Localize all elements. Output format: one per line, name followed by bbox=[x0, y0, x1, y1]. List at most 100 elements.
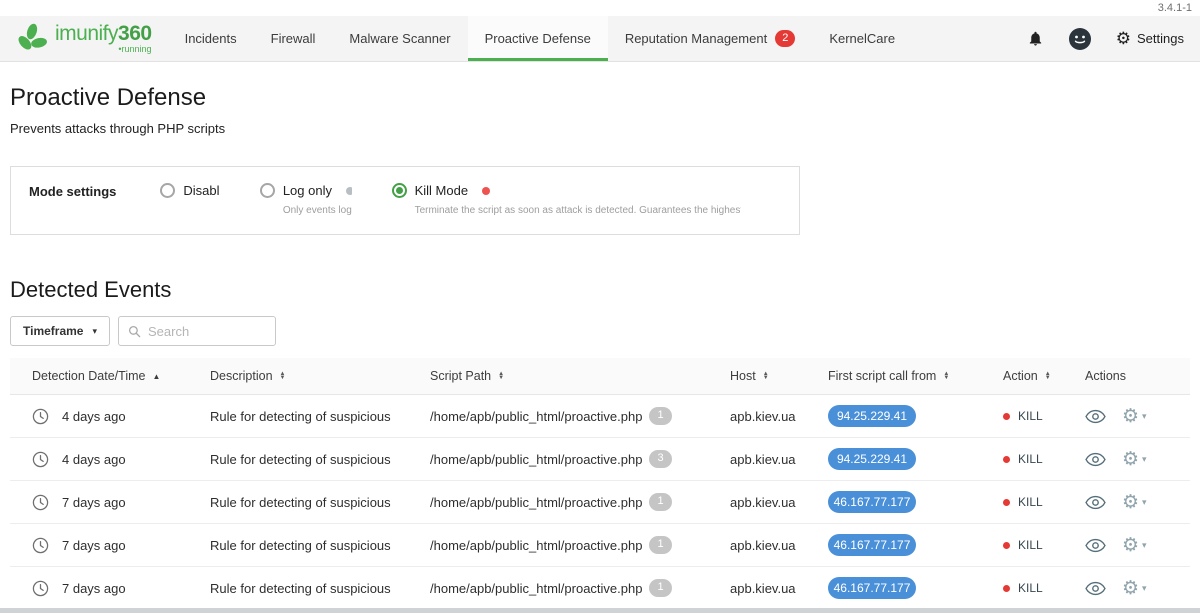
clock-icon bbox=[32, 494, 49, 511]
log-only-status-dot bbox=[346, 187, 352, 195]
mode-settings-panel: Mode settings Disabled Log only Only eve… bbox=[10, 166, 800, 235]
event-time: 7 days ago bbox=[62, 495, 126, 510]
brand-status: •running bbox=[55, 45, 152, 54]
mode-option-kill-mode[interactable]: Kill Mode Terminate the script as soon a… bbox=[392, 183, 741, 216]
kill-mode-description: Terminate the script as soon as attack i… bbox=[415, 205, 741, 216]
settings-label: Settings bbox=[1137, 31, 1184, 46]
view-details-icon[interactable] bbox=[1085, 452, 1106, 467]
events-table-header: Detection Date/Time▲ Description▲▼ Scrip… bbox=[10, 358, 1190, 395]
version-label: 3.4.1-1 bbox=[0, 0, 1200, 16]
brand[interactable]: imunify360 •running bbox=[16, 16, 152, 61]
table-row: 7 days ago Rule for detecting of suspici… bbox=[10, 524, 1190, 567]
brand-suffix: 360 bbox=[118, 22, 152, 45]
kill-mode-status-dot bbox=[482, 187, 490, 195]
script-hit-count-badge: 3 bbox=[649, 450, 671, 467]
event-description: Rule for detecting of suspicious bbox=[210, 409, 391, 424]
column-header-first-script-call[interactable]: First script call from▲▼ bbox=[828, 369, 949, 383]
radio-disabled[interactable] bbox=[160, 183, 175, 198]
sort-asc-icon: ▲ bbox=[152, 372, 160, 381]
chevron-down-icon: ▾ bbox=[1142, 584, 1147, 593]
source-ip-pill[interactable]: 46.167.77.177 bbox=[828, 491, 916, 513]
search-input[interactable] bbox=[148, 324, 266, 339]
nav-item-incidents[interactable]: Incidents bbox=[168, 16, 254, 61]
source-ip-pill[interactable]: 94.25.229.41 bbox=[828, 448, 916, 470]
event-script-path: /home/apb/public_html/proactive.php bbox=[430, 581, 642, 596]
kill-status-dot bbox=[1003, 585, 1010, 592]
settings-button[interactable]: ⚙ Settings bbox=[1116, 30, 1184, 47]
event-description: Rule for detecting of suspicious bbox=[210, 538, 391, 553]
source-ip-pill[interactable]: 46.167.77.177 bbox=[828, 577, 916, 599]
event-description: Rule for detecting of suspicious bbox=[210, 581, 391, 596]
navbar-right: ⚙ Settings bbox=[1027, 16, 1188, 61]
event-description: Rule for detecting of suspicious bbox=[210, 452, 391, 467]
reputation-count-badge: 2 bbox=[775, 30, 795, 47]
viewport-cut-strip bbox=[0, 608, 1200, 613]
notifications-bell-icon[interactable] bbox=[1027, 29, 1044, 48]
chevron-down-icon: ▾ bbox=[1142, 455, 1147, 464]
table-row: 4 days ago Rule for detecting of suspici… bbox=[10, 395, 1190, 438]
nav-item-proactive-defense[interactable]: Proactive Defense bbox=[468, 16, 608, 61]
row-actions-gear-icon[interactable]: ⚙▾ bbox=[1122, 493, 1147, 512]
radio-log-only[interactable] bbox=[260, 183, 275, 198]
kill-status-dot bbox=[1003, 413, 1010, 420]
column-header-detection-datetime[interactable]: Detection Date/Time▲ bbox=[32, 369, 160, 383]
event-script-path: /home/apb/public_html/proactive.php bbox=[430, 538, 642, 553]
event-action: KILL bbox=[1018, 538, 1043, 552]
sort-icon: ▲▼ bbox=[1045, 372, 1051, 381]
event-script-path: /home/apb/public_html/proactive.php bbox=[430, 409, 642, 424]
support-avatar-icon[interactable] bbox=[1068, 27, 1092, 51]
column-header-script-path[interactable]: Script Path▲▼ bbox=[430, 369, 504, 383]
view-details-icon[interactable] bbox=[1085, 409, 1106, 424]
row-actions-gear-icon[interactable]: ⚙▾ bbox=[1122, 407, 1147, 426]
gear-icon: ⚙ bbox=[1116, 30, 1131, 47]
events-controls: Timeframe ▾ bbox=[10, 316, 1190, 346]
search-icon bbox=[128, 325, 141, 338]
nav-item-reputation-management[interactable]: Reputation Management 2 bbox=[608, 16, 813, 61]
table-row: 4 days ago Rule for detecting of suspici… bbox=[10, 438, 1190, 481]
table-row: 7 days ago Rule for detecting of suspici… bbox=[10, 481, 1190, 524]
event-script-path: /home/apb/public_html/proactive.php bbox=[430, 495, 642, 510]
nav-item-firewall[interactable]: Firewall bbox=[254, 16, 333, 61]
column-header-description[interactable]: Description▲▼ bbox=[210, 369, 285, 383]
view-details-icon[interactable] bbox=[1085, 538, 1106, 553]
search-box[interactable] bbox=[118, 316, 276, 346]
mode-option-label: Log only bbox=[283, 183, 332, 198]
event-action: KILL bbox=[1018, 581, 1043, 595]
sort-icon: ▲▼ bbox=[763, 372, 769, 381]
events-table: Detection Date/Time▲ Description▲▼ Scrip… bbox=[10, 358, 1190, 610]
sort-icon: ▲▼ bbox=[280, 372, 286, 381]
row-actions-gear-icon[interactable]: ⚙▾ bbox=[1122, 536, 1147, 555]
sort-icon: ▲▼ bbox=[943, 372, 949, 381]
source-ip-pill[interactable]: 46.167.77.177 bbox=[828, 534, 916, 556]
events-table-body: 4 days ago Rule for detecting of suspici… bbox=[10, 395, 1190, 610]
radio-kill-mode[interactable] bbox=[392, 183, 407, 198]
mode-option-label: Disabled bbox=[183, 183, 219, 198]
table-row: 7 days ago Rule for detecting of suspici… bbox=[10, 567, 1190, 610]
chevron-down-icon: ▾ bbox=[1142, 412, 1147, 421]
nav-item-malware-scanner[interactable]: Malware Scanner bbox=[332, 16, 467, 61]
mode-option-log-only[interactable]: Log only Only events logging. bbox=[260, 183, 352, 216]
nav-item-kernelcare[interactable]: KernelCare bbox=[812, 16, 912, 61]
row-actions-gear-icon[interactable]: ⚙▾ bbox=[1122, 450, 1147, 469]
main-nav: Incidents Firewall Malware Scanner Proac… bbox=[168, 16, 913, 61]
mode-settings-label: Mode settings bbox=[29, 183, 116, 199]
view-details-icon[interactable] bbox=[1085, 495, 1106, 510]
event-time: 4 days ago bbox=[62, 452, 126, 467]
event-script-path: /home/apb/public_html/proactive.php bbox=[430, 452, 642, 467]
detected-events-title: Detected Events bbox=[10, 277, 1190, 303]
event-action: KILL bbox=[1018, 495, 1043, 509]
kill-status-dot bbox=[1003, 542, 1010, 549]
event-host: apb.kiev.ua bbox=[730, 581, 796, 596]
column-header-actions: Actions bbox=[1085, 369, 1126, 383]
event-description: Rule for detecting of suspicious bbox=[210, 495, 391, 510]
mode-option-disabled[interactable]: Disabled bbox=[160, 183, 219, 198]
row-actions-gear-icon[interactable]: ⚙▾ bbox=[1122, 579, 1147, 598]
event-time: 4 days ago bbox=[62, 409, 126, 424]
column-header-action[interactable]: Action▲▼ bbox=[1003, 369, 1051, 383]
source-ip-pill[interactable]: 94.25.229.41 bbox=[828, 405, 916, 427]
timeframe-dropdown[interactable]: Timeframe ▾ bbox=[10, 316, 110, 346]
script-hit-count-badge: 1 bbox=[649, 579, 671, 596]
log-only-description: Only events logging. bbox=[283, 205, 352, 216]
column-header-host[interactable]: Host▲▼ bbox=[730, 369, 769, 383]
view-details-icon[interactable] bbox=[1085, 581, 1106, 596]
